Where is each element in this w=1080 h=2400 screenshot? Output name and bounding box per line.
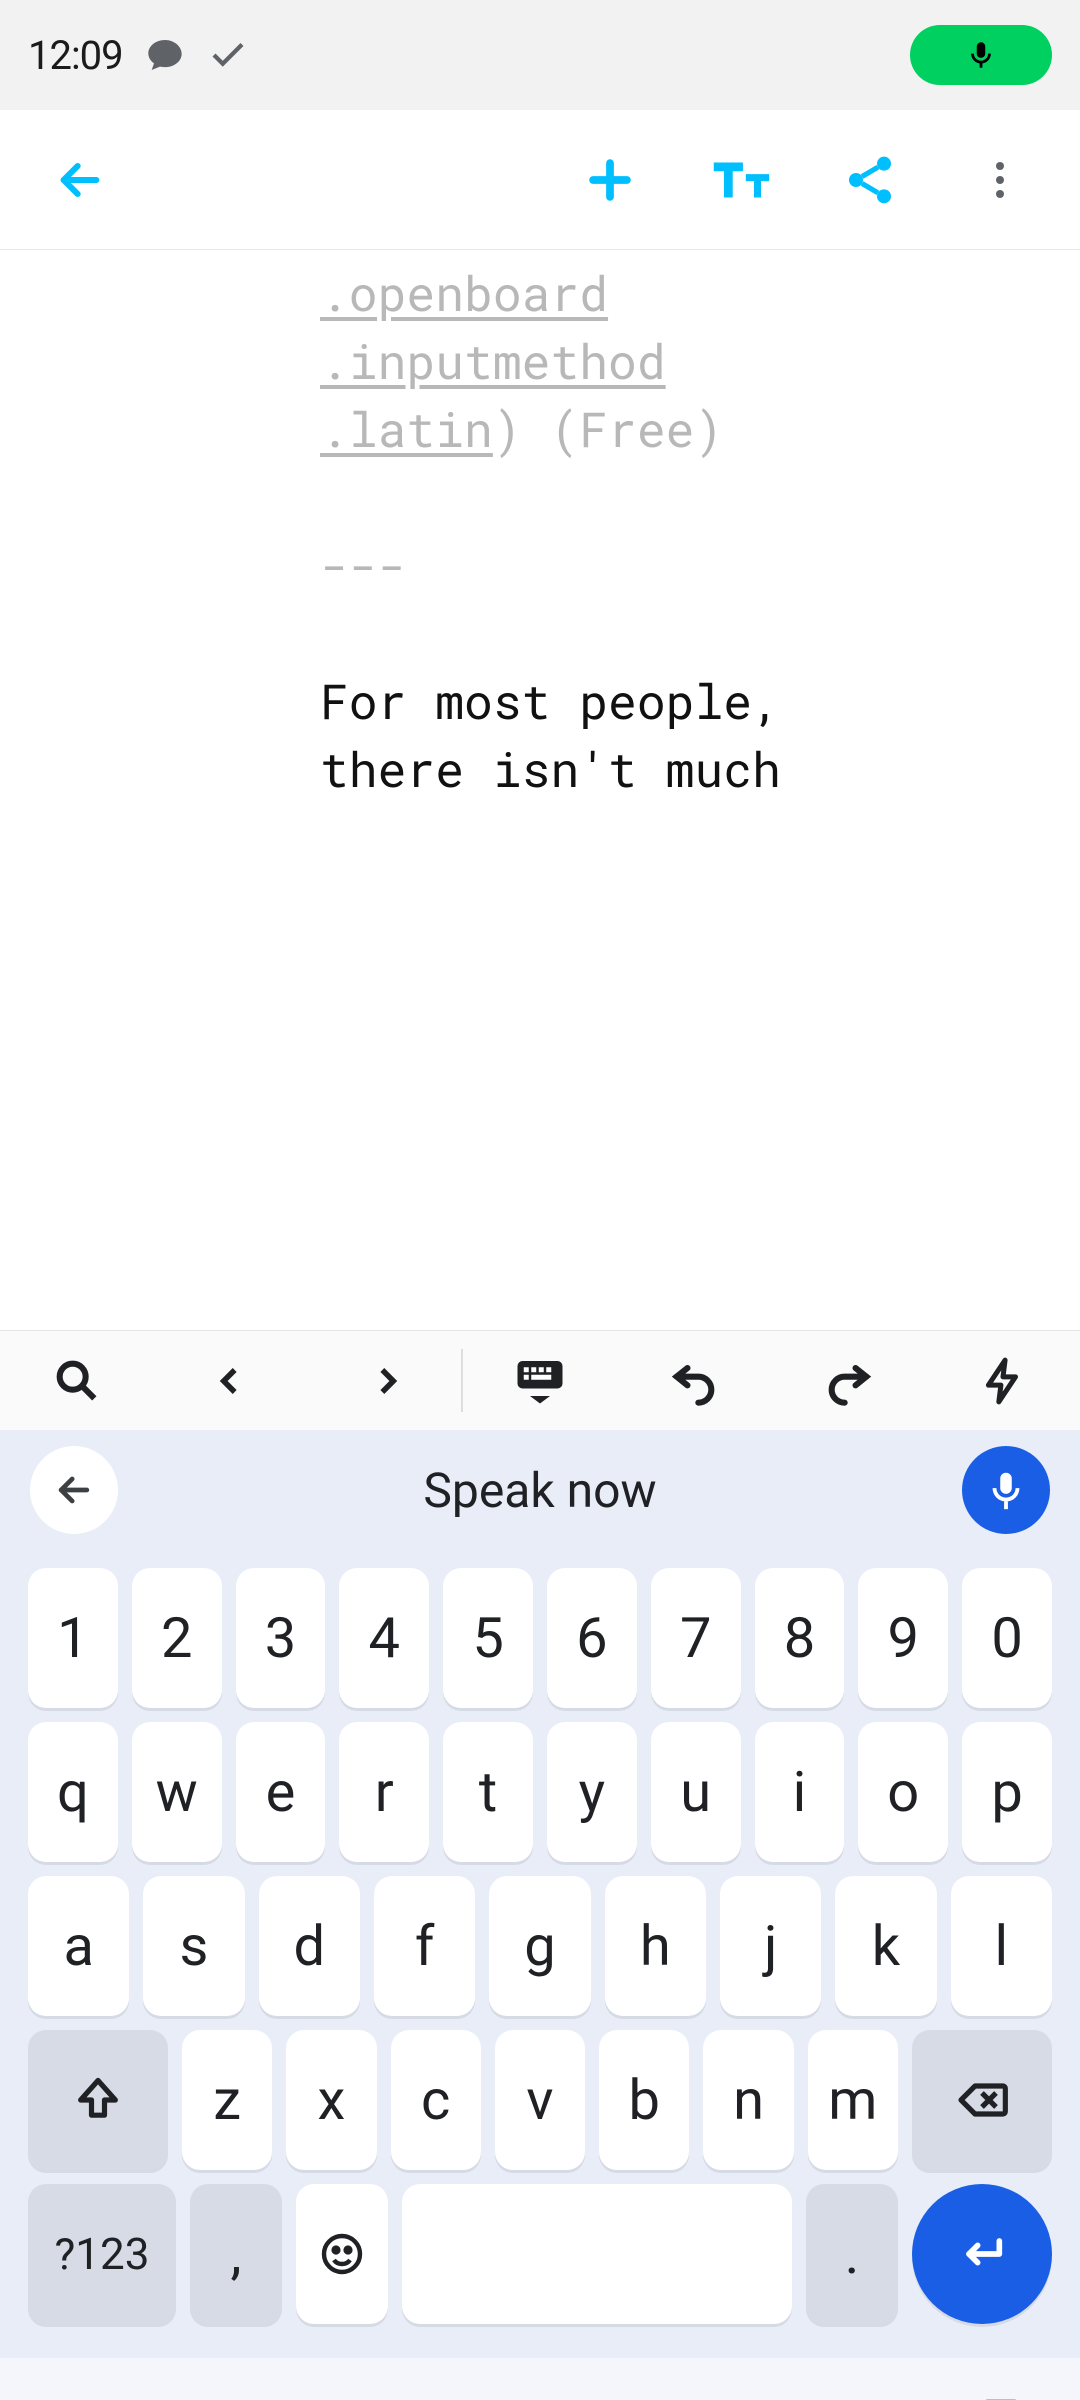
key-v[interactable]: v xyxy=(495,2030,585,2170)
key-y[interactable]: y xyxy=(547,1722,637,1862)
key-row-2: a s d f g h j k l xyxy=(28,1876,1052,2016)
key-7[interactable]: 7 xyxy=(651,1568,741,1708)
key-1[interactable]: 1 xyxy=(28,1568,118,1708)
soft-keyboard: 1 2 3 4 5 6 7 8 9 0 q w e r t y u i o p … xyxy=(0,1550,1080,2358)
checkmark-icon xyxy=(207,34,249,76)
symbols-key[interactable]: ?123 xyxy=(28,2184,176,2324)
key-j[interactable]: j xyxy=(720,1876,821,2016)
comma-key[interactable]: , xyxy=(190,2184,282,2324)
key-3[interactable]: 3 xyxy=(236,1568,326,1708)
key-row-4: ?123 , . xyxy=(28,2184,1052,2324)
key-g[interactable]: g xyxy=(489,1876,590,2016)
key-o[interactable]: o xyxy=(858,1722,948,1862)
keyboard-switch-icon[interactable] xyxy=(978,2390,1024,2400)
editor-line: ) (Free) xyxy=(493,398,723,461)
editor-line: .openboard xyxy=(320,262,608,325)
key-z[interactable]: z xyxy=(182,2030,272,2170)
key-4[interactable]: 4 xyxy=(339,1568,429,1708)
voice-prompt-text: Speak now xyxy=(138,1462,942,1519)
key-h[interactable]: h xyxy=(605,1876,706,2016)
key-r[interactable]: r xyxy=(339,1722,429,1862)
key-b[interactable]: b xyxy=(599,2030,689,2170)
add-button[interactable] xyxy=(550,120,670,240)
key-8[interactable]: 8 xyxy=(755,1568,845,1708)
key-n[interactable]: n xyxy=(703,2030,793,2170)
key-row-numbers: 1 2 3 4 5 6 7 8 9 0 xyxy=(28,1568,1052,1708)
cursor-right-button[interactable] xyxy=(309,1331,463,1430)
cursor-left-button[interactable] xyxy=(154,1331,308,1430)
key-f[interactable]: f xyxy=(374,1876,475,2016)
clock: 12:09 xyxy=(28,32,123,79)
key-2[interactable]: 2 xyxy=(132,1568,222,1708)
editor-line: .latin xyxy=(320,398,493,461)
share-button[interactable] xyxy=(810,120,930,240)
key-k[interactable]: k xyxy=(835,1876,936,2016)
backspace-key[interactable] xyxy=(912,2030,1052,2170)
key-a[interactable]: a xyxy=(28,1876,129,2016)
space-key[interactable] xyxy=(402,2184,792,2324)
key-c[interactable]: c xyxy=(391,2030,481,2170)
key-0[interactable]: 0 xyxy=(962,1568,1052,1708)
key-9[interactable]: 9 xyxy=(858,1568,948,1708)
key-row-1: q w e r t y u i o p xyxy=(28,1722,1052,1862)
key-e[interactable]: e xyxy=(236,1722,326,1862)
key-w[interactable]: w xyxy=(132,1722,222,1862)
editor-body-line: there isn't much xyxy=(320,738,781,801)
assistant-mic-pill[interactable] xyxy=(910,25,1052,85)
system-navbar xyxy=(0,2358,1080,2400)
emoji-key[interactable] xyxy=(296,2184,388,2324)
editor-toolbar xyxy=(0,1330,1080,1430)
key-l[interactable]: l xyxy=(951,1876,1052,2016)
key-5[interactable]: 5 xyxy=(443,1568,533,1708)
back-button[interactable] xyxy=(20,120,140,240)
undo-button[interactable] xyxy=(617,1331,771,1430)
key-row-3: z x c v b n m xyxy=(28,2030,1052,2170)
text-size-button[interactable] xyxy=(680,120,800,240)
nav-collapse-icon[interactable] xyxy=(56,2391,100,2400)
key-d[interactable]: d xyxy=(259,1876,360,2016)
search-button[interactable] xyxy=(0,1331,154,1430)
period-key[interactable]: . xyxy=(806,2184,898,2324)
chat-bubble-icon xyxy=(145,35,185,75)
key-p[interactable]: p xyxy=(962,1722,1052,1862)
key-q[interactable]: q xyxy=(28,1722,118,1862)
redo-button[interactable] xyxy=(771,1331,925,1430)
shift-key[interactable] xyxy=(28,2030,168,2170)
voice-back-button[interactable] xyxy=(30,1446,118,1534)
key-m[interactable]: m xyxy=(808,2030,898,2170)
key-i[interactable]: i xyxy=(755,1722,845,1862)
hide-keyboard-button[interactable] xyxy=(463,1331,617,1430)
voice-input-bar: Speak now xyxy=(0,1430,1080,1550)
editor-separator: --- xyxy=(320,534,406,597)
key-u[interactable]: u xyxy=(651,1722,741,1862)
voice-mic-button[interactable] xyxy=(962,1446,1050,1534)
key-t[interactable]: t xyxy=(443,1722,533,1862)
enter-key[interactable] xyxy=(912,2184,1052,2324)
editor-body-line: For most people, xyxy=(320,670,781,733)
editor-line: .inputmethod xyxy=(320,330,666,393)
key-x[interactable]: x xyxy=(286,2030,376,2170)
text-editor[interactable]: .openboard .inputmethod .latin) (Free) -… xyxy=(0,250,1080,1330)
statusbar: 12:09 xyxy=(0,0,1080,110)
key-6[interactable]: 6 xyxy=(547,1568,637,1708)
key-s[interactable]: s xyxy=(143,1876,244,2016)
overflow-menu-button[interactable] xyxy=(940,120,1060,240)
bolt-button[interactable] xyxy=(926,1331,1080,1430)
app-toolbar xyxy=(0,110,1080,250)
